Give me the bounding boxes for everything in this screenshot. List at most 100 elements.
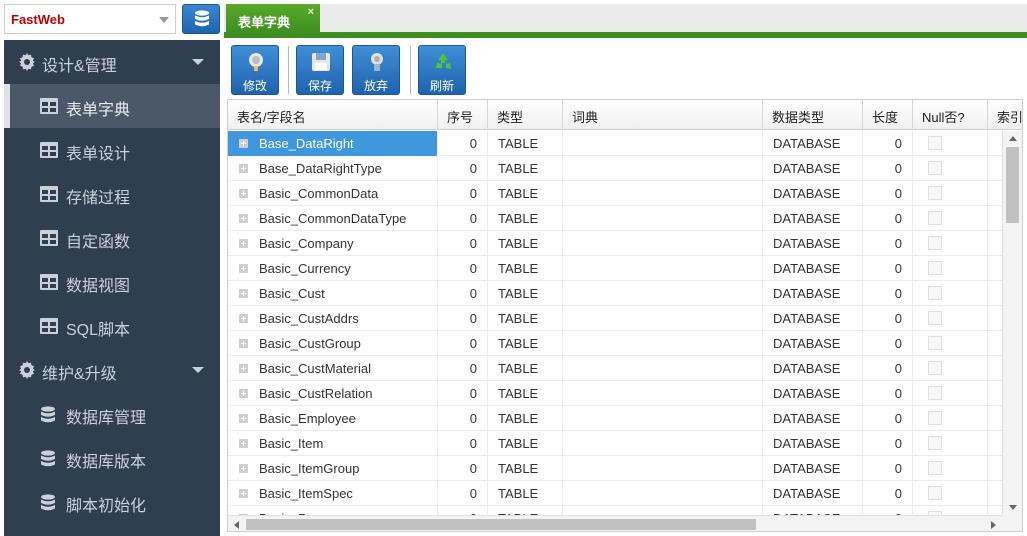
sidebar-item-0-1[interactable]: 表单设计: [4, 128, 220, 172]
cell-type[interactable]: TABLE: [488, 231, 563, 256]
cell-dict[interactable]: [563, 231, 763, 256]
cell-name[interactable]: Basic_ItemSpec: [228, 481, 438, 506]
cell-dict[interactable]: [563, 156, 763, 181]
nullable-checkbox[interactable]: [928, 386, 942, 400]
table-row[interactable]: Basic_CustAddrs 0 TABLE DATABASE 0: [228, 306, 1002, 331]
cell-length[interactable]: 0: [863, 231, 913, 256]
cell-name[interactable]: Basic_Par: [228, 506, 438, 515]
table-row[interactable]: Basic_Item 0 TABLE DATABASE 0: [228, 431, 1002, 456]
cell-name[interactable]: Basic_Item: [228, 431, 438, 456]
column-header-length[interactable]: 长度: [863, 100, 913, 130]
cell-dict[interactable]: [563, 131, 763, 156]
cell-name[interactable]: Basic_Company: [228, 231, 438, 256]
cell-datatype[interactable]: DATABASE: [763, 156, 863, 181]
table-row[interactable]: Base_DataRightType 0 TABLE DATABASE 0: [228, 156, 1002, 181]
nullable-checkbox[interactable]: [928, 286, 942, 300]
table-row[interactable]: Basic_CommonData 0 TABLE DATABASE 0: [228, 181, 1002, 206]
expand-icon[interactable]: [239, 239, 248, 248]
cell-datatype[interactable]: DATABASE: [763, 356, 863, 381]
save-button[interactable]: 保存: [296, 45, 344, 95]
cell-seq[interactable]: 0: [438, 306, 488, 331]
table-row[interactable]: Basic_ItemGroup 0 TABLE DATABASE 0: [228, 456, 1002, 481]
expand-icon[interactable]: [239, 489, 248, 498]
table-row[interactable]: Basic_Currency 0 TABLE DATABASE 0: [228, 256, 1002, 281]
table-row[interactable]: Basic_CustRelation 0 TABLE DATABASE 0: [228, 381, 1002, 406]
cell-dict[interactable]: [563, 506, 763, 515]
cell-name[interactable]: Basic_Cust: [228, 281, 438, 306]
nullable-checkbox[interactable]: [928, 311, 942, 325]
cell-dict[interactable]: [563, 356, 763, 381]
cell-length[interactable]: 0: [863, 156, 913, 181]
nullable-checkbox[interactable]: [928, 411, 942, 425]
cell-name[interactable]: Basic_Employee: [228, 406, 438, 431]
refresh-button[interactable]: 刷新: [418, 45, 466, 95]
cell-length[interactable]: 0: [863, 431, 913, 456]
cell-dict[interactable]: [563, 456, 763, 481]
cell-type[interactable]: TABLE: [488, 131, 563, 156]
database-button[interactable]: [182, 4, 220, 34]
cell-seq[interactable]: 0: [438, 356, 488, 381]
sidebar-item-0-5[interactable]: SQL脚本: [4, 304, 220, 348]
expand-icon[interactable]: [239, 364, 248, 373]
cell-dict[interactable]: [563, 406, 763, 431]
cell-seq[interactable]: 0: [438, 331, 488, 356]
cell-name[interactable]: Basic_CommonDataType: [228, 206, 438, 231]
cell-length[interactable]: 0: [863, 506, 913, 515]
expand-icon[interactable]: [239, 164, 248, 173]
nullable-checkbox[interactable]: [928, 211, 942, 225]
column-header-seq[interactable]: 序号: [438, 100, 488, 130]
column-header-datatype[interactable]: 数据类型: [763, 100, 863, 130]
cell-length[interactable]: 0: [863, 356, 913, 381]
sidebar-item-0-2[interactable]: 存储过程: [4, 172, 220, 216]
cell-type[interactable]: TABLE: [488, 456, 563, 481]
expand-icon[interactable]: [239, 139, 248, 148]
cell-name[interactable]: Basic_CustMaterial: [228, 356, 438, 381]
cell-seq[interactable]: 0: [438, 131, 488, 156]
cell-length[interactable]: 0: [863, 281, 913, 306]
expand-icon[interactable]: [239, 389, 248, 398]
cell-datatype[interactable]: DATABASE: [763, 431, 863, 456]
cell-length[interactable]: 0: [863, 256, 913, 281]
cell-type[interactable]: TABLE: [488, 481, 563, 506]
expand-icon[interactable]: [239, 464, 248, 473]
cell-type[interactable]: TABLE: [488, 431, 563, 456]
sidebar-group-0[interactable]: 设计&管理: [4, 40, 220, 84]
table-row[interactable]: Basic_CustMaterial 0 TABLE DATABASE 0: [228, 356, 1002, 381]
table-row[interactable]: Basic_Cust 0 TABLE DATABASE 0: [228, 281, 1002, 306]
cell-type[interactable]: TABLE: [488, 256, 563, 281]
column-header-nullable[interactable]: Null否?: [913, 100, 988, 130]
cell-length[interactable]: 0: [863, 181, 913, 206]
cell-length[interactable]: 0: [863, 381, 913, 406]
cell-length[interactable]: 0: [863, 206, 913, 231]
cell-name[interactable]: Basic_Currency: [228, 256, 438, 281]
nullable-checkbox[interactable]: [928, 461, 942, 475]
table-row[interactable]: Basic_Company 0 TABLE DATABASE 0: [228, 231, 1002, 256]
sidebar-item-1-2[interactable]: 脚本初始化: [4, 480, 220, 524]
tab-form-dictionary[interactable]: 表单字典 ×: [226, 4, 320, 34]
sidebar-item-0-0[interactable]: 表单字典: [4, 84, 220, 128]
cell-type[interactable]: TABLE: [488, 181, 563, 206]
column-header-dict[interactable]: 词典: [563, 100, 763, 130]
cell-datatype[interactable]: DATABASE: [763, 406, 863, 431]
column-header-index[interactable]: 索引: [988, 100, 1022, 130]
cell-dict[interactable]: [563, 381, 763, 406]
cell-length[interactable]: 0: [863, 131, 913, 156]
table-row[interactable]: Basic_ItemSpec 0 TABLE DATABASE 0: [228, 481, 1002, 506]
cell-seq[interactable]: 0: [438, 381, 488, 406]
sidebar-item-0-4[interactable]: 数据视图: [4, 260, 220, 304]
cell-seq[interactable]: 0: [438, 256, 488, 281]
cell-type[interactable]: TABLE: [488, 156, 563, 181]
cell-length[interactable]: 0: [863, 306, 913, 331]
cell-type[interactable]: TABLE: [488, 331, 563, 356]
cell-name[interactable]: Base_DataRight: [228, 131, 438, 156]
cell-dict[interactable]: [563, 431, 763, 456]
cell-datatype[interactable]: DATABASE: [763, 506, 863, 515]
column-header-name[interactable]: 表名/字段名: [228, 100, 438, 130]
scroll-down-icon[interactable]: [1009, 505, 1017, 510]
nullable-checkbox[interactable]: [928, 161, 942, 175]
cell-seq[interactable]: 0: [438, 156, 488, 181]
expand-icon[interactable]: [239, 439, 248, 448]
nullable-checkbox[interactable]: [928, 261, 942, 275]
edit-button[interactable]: 修改: [231, 45, 279, 95]
cell-datatype[interactable]: DATABASE: [763, 456, 863, 481]
